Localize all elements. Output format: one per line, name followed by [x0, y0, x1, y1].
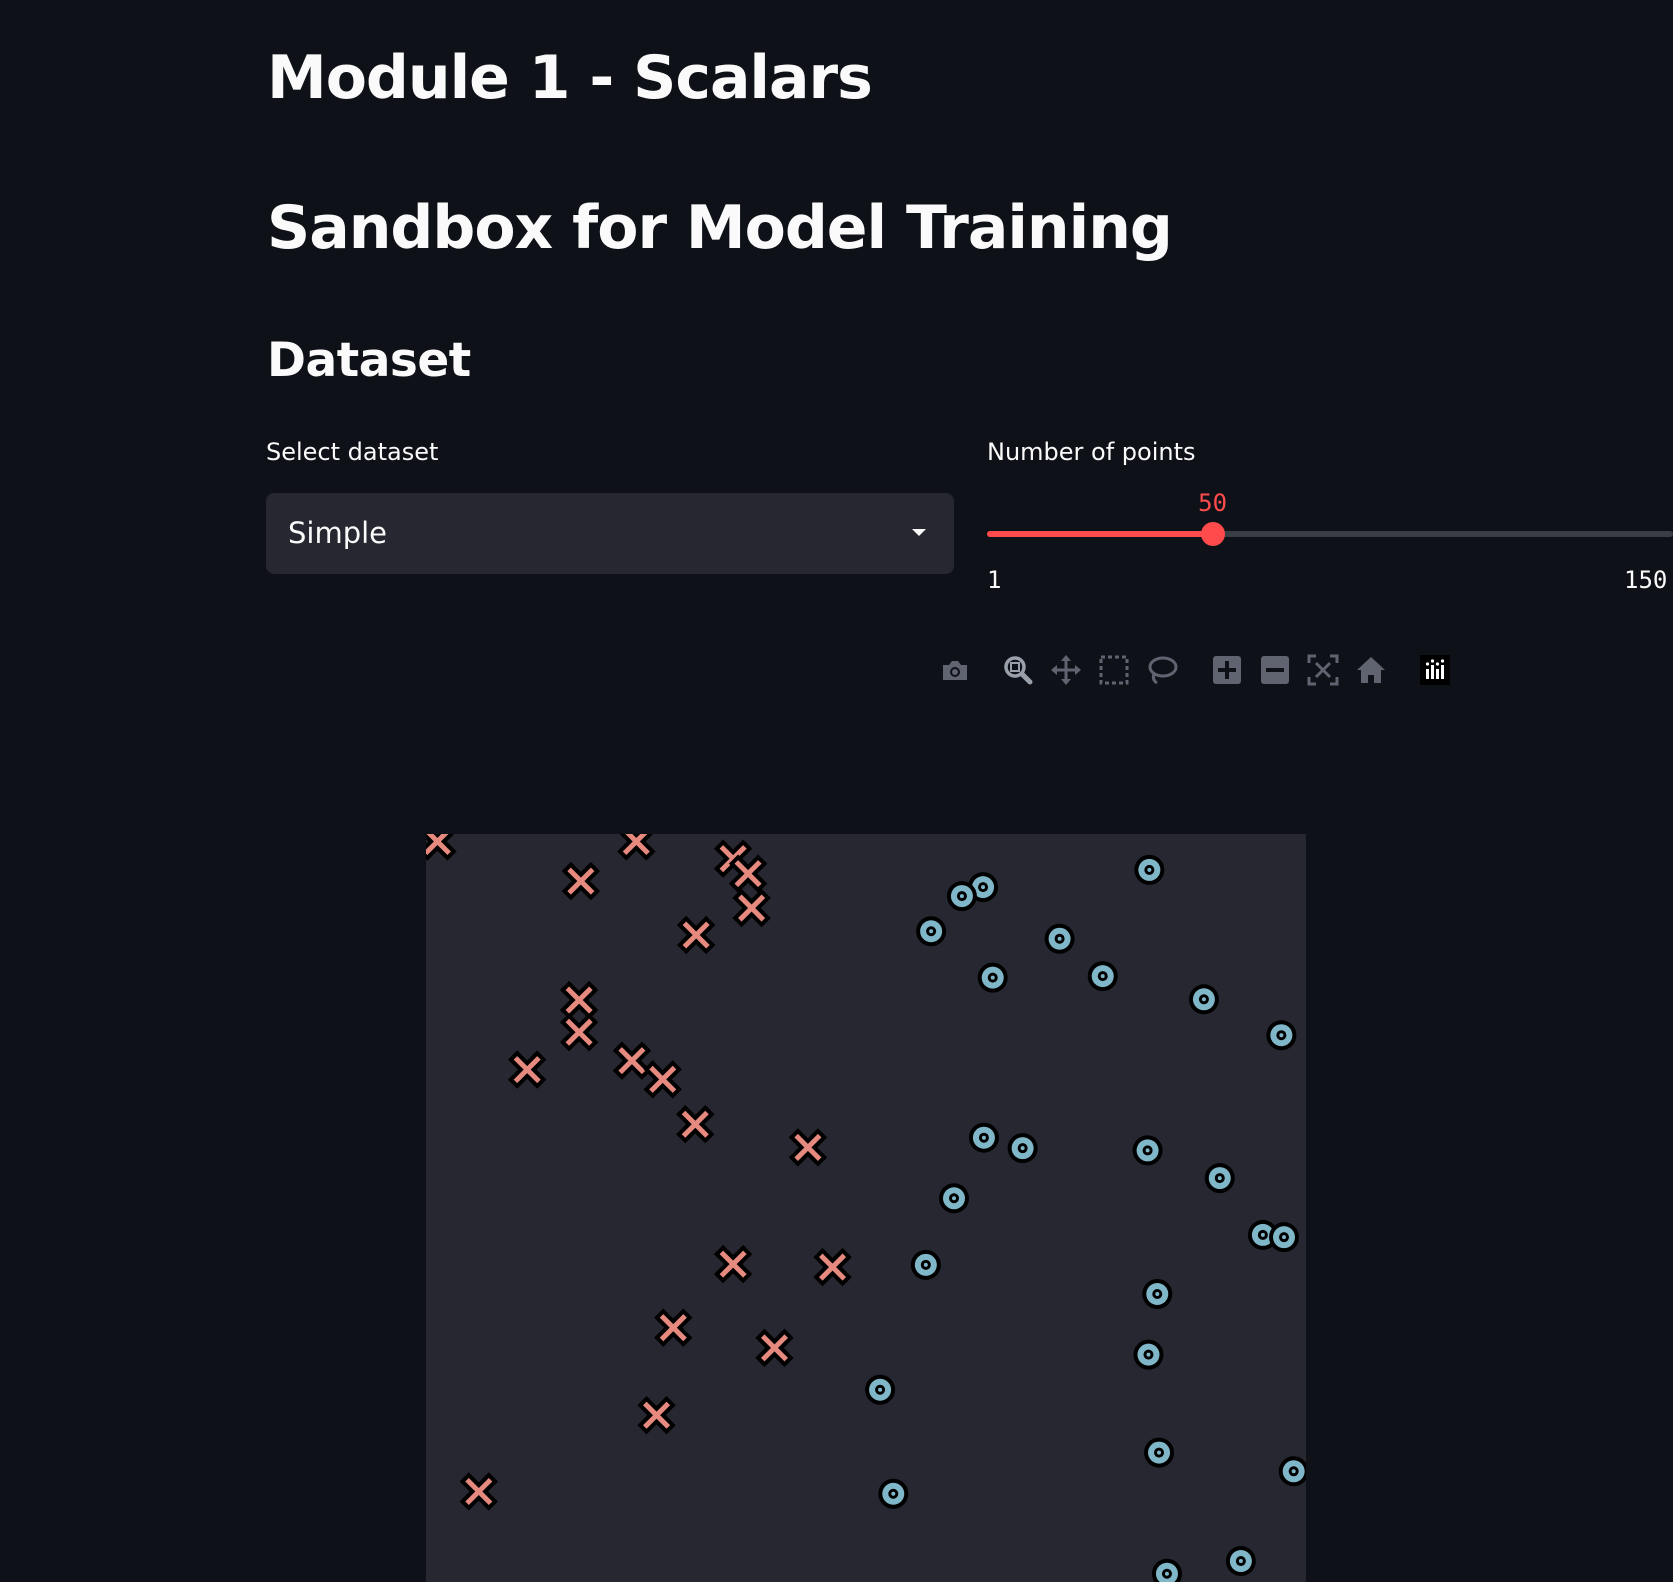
circle-marker-point	[1188, 984, 1219, 1015]
circle-marker-point	[1269, 1222, 1299, 1253]
x-marker-point	[426, 834, 457, 861]
zoom-out-icon[interactable]	[1255, 650, 1295, 690]
circle-marker-point	[939, 1183, 969, 1214]
circle-marker-point	[1087, 961, 1118, 992]
x-marker-point	[643, 1060, 682, 1099]
autoscale-icon[interactable]	[1303, 650, 1343, 690]
circle-marker-point	[946, 881, 977, 912]
x-marker-point	[676, 1105, 715, 1144]
x-marker-point	[728, 854, 768, 893]
chevron-down-icon	[912, 529, 926, 536]
x-marker-point	[676, 915, 716, 955]
x-marker-point	[617, 834, 656, 861]
circle-marker-point	[1266, 1020, 1297, 1051]
slider-thumb[interactable]	[1200, 522, 1225, 546]
x-marker-point	[732, 888, 771, 928]
slider-current-value: 50	[1198, 489, 1228, 517]
x-marker-point	[654, 1308, 693, 1347]
box-select-icon[interactable]	[1094, 650, 1134, 690]
x-marker-point	[612, 1041, 652, 1080]
x-marker-point	[559, 980, 599, 1020]
circle-marker-point	[1144, 1437, 1175, 1468]
circle-marker-point	[968, 1122, 999, 1153]
circle-marker-point	[1225, 1546, 1256, 1577]
x-marker-point	[813, 1247, 852, 1287]
app-page: Module 1 - Scalars Sandbox for Model Tra…	[0, 0, 1673, 1582]
circle-marker-point	[910, 1249, 941, 1280]
x-marker-point	[788, 1128, 828, 1167]
zoom-in-icon[interactable]	[1207, 650, 1247, 690]
circle-marker-point	[1142, 1279, 1173, 1310]
zoom-icon[interactable]	[998, 650, 1038, 690]
circle-marker-point	[1278, 1456, 1306, 1487]
slider-min-label: 1	[987, 566, 1002, 594]
section-heading: Dataset	[267, 333, 471, 388]
slider-max-label: 150	[1624, 566, 1668, 594]
reset-axes-icon[interactable]	[1351, 650, 1391, 690]
x-marker-point	[637, 1396, 676, 1435]
circle-marker-point	[1151, 1558, 1182, 1582]
x-marker-point	[713, 1244, 753, 1284]
circle-marker-point	[1133, 1339, 1164, 1370]
circle-marker-point	[1134, 854, 1165, 885]
page-subtitle: Sandbox for Model Training	[267, 193, 1173, 263]
x-marker-point	[755, 1328, 794, 1368]
circle-marker-point	[878, 1478, 909, 1509]
dataset-select[interactable]: Simple	[266, 493, 954, 574]
lasso-select-icon[interactable]	[1142, 650, 1182, 690]
circle-marker-point	[1132, 1135, 1163, 1166]
page-title: Module 1 - Scalars	[267, 43, 873, 113]
circle-marker-point	[1044, 923, 1075, 954]
circle-marker-point	[977, 962, 1008, 993]
camera-icon[interactable]	[935, 650, 975, 690]
scatter-plot-area	[426, 834, 1306, 1582]
x-marker-point	[508, 1050, 547, 1089]
x-marker-point	[459, 1472, 498, 1511]
dataset-select-label: Select dataset	[266, 438, 439, 466]
scatter-plot[interactable]	[426, 834, 1306, 1582]
slider-fill	[987, 531, 1213, 537]
circle-marker-point	[916, 916, 947, 947]
points-slider[interactable]: 50	[987, 489, 1673, 546]
x-marker-point	[559, 1013, 599, 1052]
circle-marker-point	[865, 1374, 896, 1405]
points-slider-label: Number of points	[987, 438, 1196, 466]
circle-marker-point	[1007, 1133, 1038, 1164]
plotly-logo-icon[interactable]	[1415, 650, 1455, 690]
x-marker-point	[561, 861, 601, 901]
circle-marker-point	[1204, 1163, 1235, 1194]
pan-icon[interactable]	[1046, 650, 1086, 690]
dataset-select-value: Simple	[288, 516, 388, 550]
